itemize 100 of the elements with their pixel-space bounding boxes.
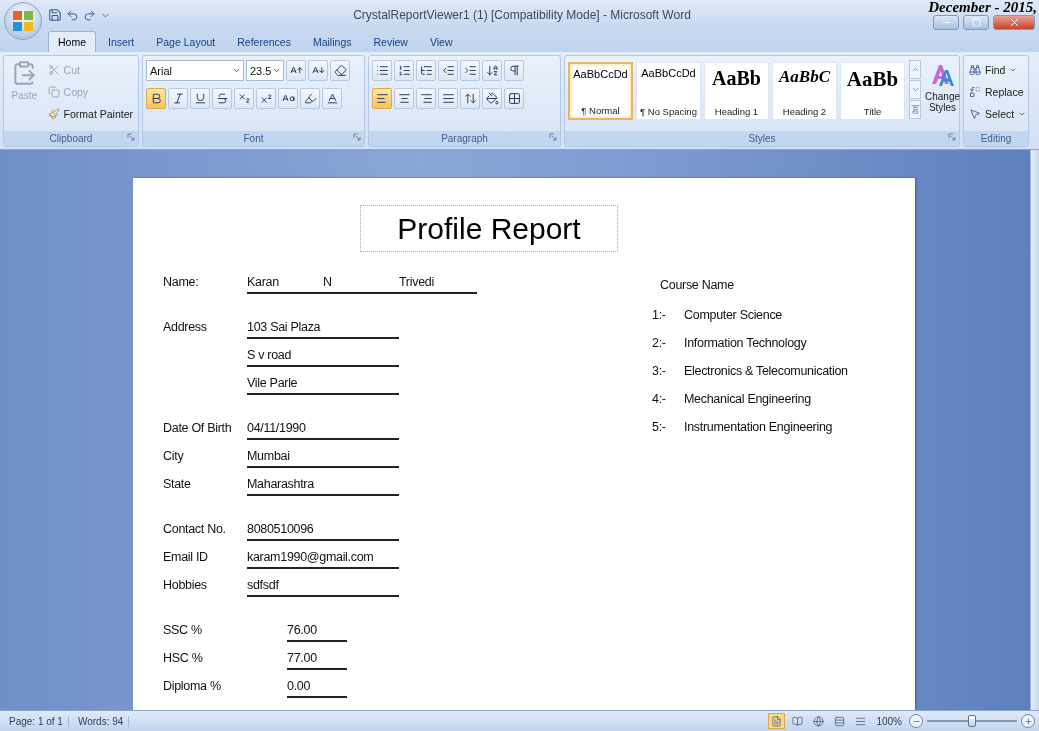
course-number: 4:- [652, 392, 667, 408]
style-option[interactable]: AaBbCcDd ¶ Normal [568, 62, 633, 120]
group-label: Clipboard [49, 133, 93, 144]
vertical-scrollbar[interactable] [1030, 150, 1039, 710]
page-icon [771, 715, 783, 727]
justify-icon [441, 92, 455, 105]
ribbon-tab[interactable]: Page Layout [146, 31, 226, 52]
strikethrough-icon [215, 92, 229, 105]
pilcrow-icon [507, 64, 521, 77]
binoculars-icon [969, 64, 981, 76]
ribbon-tab[interactable]: Review [363, 31, 418, 52]
dialog-launcher-icon[interactable] [948, 133, 956, 141]
underline-button[interactable] [190, 88, 210, 109]
plus-icon [1023, 716, 1033, 726]
strikethrough-button[interactable] [212, 88, 232, 109]
decrease-indent-button[interactable] [438, 60, 458, 81]
ribbon-tab[interactable]: Mailings [302, 31, 362, 52]
view-button[interactable] [768, 713, 786, 729]
increase-indent-icon [463, 64, 477, 77]
page-count[interactable]: Page: 1 of 1 [4, 715, 69, 727]
undo-icon[interactable] [66, 8, 79, 22]
office-logo-icon [12, 10, 34, 32]
ribbon-tab[interactable]: References [227, 31, 301, 52]
ribbon-tab[interactable]: Home [48, 31, 96, 52]
highlight-button[interactable] [300, 88, 320, 109]
paintbrush-icon [47, 108, 60, 120]
minimize-button[interactable] [933, 15, 959, 30]
zoom-level[interactable]: 100% [876, 715, 902, 727]
shrink-font-button[interactable] [308, 60, 328, 81]
replace-icon [969, 86, 981, 98]
superscript-icon [259, 92, 273, 105]
outline-icon [834, 715, 846, 727]
format-painter-button[interactable]: Format Painter [45, 104, 135, 124]
numbering-button[interactable] [394, 60, 414, 81]
course-heading: Course Name [660, 278, 735, 294]
change-styles-icon [929, 62, 956, 88]
zoom-in-button[interactable] [1021, 714, 1035, 728]
align-right-icon [419, 92, 433, 105]
dialog-launcher-icon[interactable] [127, 133, 135, 141]
align-center-icon [397, 92, 411, 105]
clipboard-icon [11, 60, 38, 86]
bullet-list-icon [375, 64, 389, 77]
find-button[interactable]: Find [967, 60, 1029, 80]
font-color-icon [325, 92, 339, 105]
shading-button[interactable] [482, 88, 502, 109]
dropdown-icon [232, 66, 241, 75]
sort-icon [485, 64, 499, 77]
style-option[interactable]: AaBbCcDd ¶ No Spacing [636, 62, 701, 120]
field-value: 77.00 [287, 650, 317, 667]
multilevel-button[interactable] [416, 60, 436, 81]
bold-button[interactable] [146, 88, 166, 109]
align-left-button[interactable] [372, 88, 392, 109]
style-option[interactable]: AaBb Heading 1 [704, 62, 769, 120]
change-styles-button[interactable]: Change Styles [925, 60, 961, 129]
italic-icon [171, 92, 185, 105]
font-color-button[interactable] [322, 88, 342, 109]
show-marks-button[interactable] [504, 60, 524, 81]
dialog-launcher-icon[interactable] [549, 133, 557, 141]
style-option[interactable]: AaBb Title [840, 62, 905, 120]
ribbon-tab[interactable]: Insert [98, 31, 145, 52]
zoom-thumb[interactable] [968, 715, 976, 727]
course-number: 5:- [652, 420, 667, 436]
word-count[interactable]: Words: 94 [72, 715, 130, 727]
replace-button[interactable]: Replace [967, 82, 1029, 102]
redo-icon[interactable] [83, 8, 96, 22]
save-icon[interactable] [48, 8, 62, 22]
bullets-button[interactable] [372, 60, 392, 81]
style-option[interactable]: AaBbC Heading 2 [772, 62, 837, 120]
line-spacing-button[interactable] [460, 88, 480, 109]
sort-button[interactable] [482, 60, 502, 81]
increase-indent-button[interactable] [460, 60, 480, 81]
justify-button[interactable] [438, 88, 458, 109]
close-button[interactable] [993, 15, 1035, 30]
page-header: December - 2015, [928, 0, 1037, 14]
field-label: Diploma % [163, 678, 222, 695]
align-right-button[interactable] [416, 88, 436, 109]
font-name-field[interactable]: Arial [146, 60, 244, 81]
field-label: HSC % [163, 650, 204, 667]
field-value: 76.00 [287, 622, 317, 639]
grow-font-button[interactable] [286, 60, 306, 81]
select-button[interactable]: Select [967, 104, 1029, 124]
chevron-down-icon [910, 85, 920, 94]
clear-formatting-button[interactable] [330, 60, 350, 81]
align-center-button[interactable] [394, 88, 414, 109]
maximize-button[interactable] [963, 15, 989, 30]
superscript-button[interactable] [256, 88, 276, 109]
borders-button[interactable] [504, 88, 524, 109]
zoom-slider[interactable] [927, 714, 1017, 728]
change-case-button[interactable] [278, 88, 298, 109]
caret-icon [1009, 66, 1018, 74]
ribbon-tab[interactable]: View [419, 31, 463, 52]
field-value: Karan [247, 274, 280, 291]
field-value: 0.00 [287, 678, 311, 695]
italic-button[interactable] [168, 88, 188, 109]
course-name: Computer Science [684, 308, 783, 324]
subscript-button[interactable] [234, 88, 254, 109]
dialog-launcher-icon[interactable] [353, 133, 361, 141]
more-styles-button[interactable] [909, 100, 921, 119]
font-size-field[interactable]: 23.5 [246, 60, 284, 81]
zoom-out-button[interactable] [909, 714, 923, 728]
